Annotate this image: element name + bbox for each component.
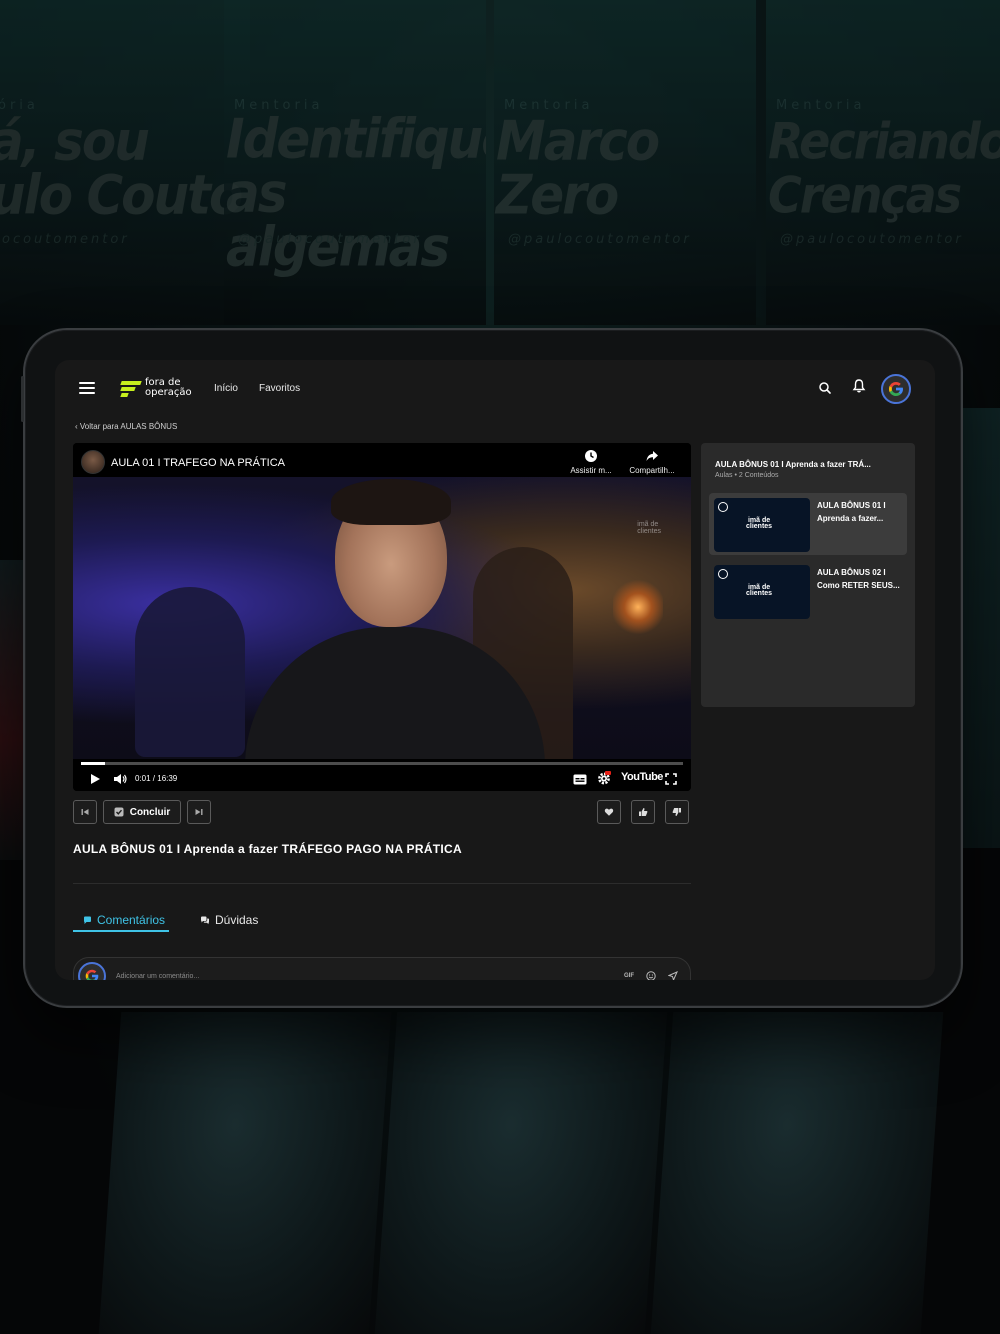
playlist-thumbnail: imã de clientes — [714, 565, 810, 619]
thumbs-up-icon — [639, 808, 648, 816]
comment-composer[interactable]: Adicionar um comentário... GIF — [73, 957, 691, 980]
watch-later-button[interactable]: Assistir m... — [563, 449, 619, 475]
comment-actions: GIF — [624, 971, 678, 980]
video-progress-fill — [81, 762, 106, 765]
poster-handle: @paulocoutomentor — [508, 232, 692, 247]
playlist-title: AULA BÔNUS 01 I Aprenda a fazer TRÁ... — [715, 460, 871, 469]
lesson-title: AULA BÔNUS 01 I Aprenda a fazer TRÁFEGO … — [73, 842, 462, 856]
poster-headline: á, sou ulo Couto — [0, 109, 243, 227]
send-icon[interactable] — [668, 971, 678, 980]
poster-1: ória á, sou ulo Couto ocoutomentor — [0, 0, 250, 325]
bottom-photo-3 — [650, 1012, 944, 1334]
app-screen: fora de operação Início Favoritos ‹ Volt… — [55, 360, 935, 980]
share-button[interactable]: Compartilh... — [624, 449, 680, 475]
tablet-side-button — [21, 376, 24, 422]
previous-lesson-button[interactable] — [73, 800, 97, 824]
video-time: 0:01 / 16:39 — [135, 774, 178, 783]
skip-next-icon — [195, 809, 203, 815]
tablet-device: fora de operação Início Favoritos ‹ Volt… — [21, 328, 963, 1008]
video-presenter-hair — [331, 479, 451, 525]
video-frame[interactable]: imã de clientes — [73, 477, 691, 759]
dislike-button[interactable] — [665, 800, 689, 824]
active-tab-indicator — [73, 930, 169, 932]
video-lamp-glow — [613, 577, 663, 637]
video-title[interactable]: AULA 01 I TRAFEGO NA PRÁTICA — [111, 457, 285, 469]
nav-home-link[interactable]: Início — [214, 383, 238, 394]
youtube-logo[interactable]: YouTube — [621, 771, 663, 783]
incomplete-circle-icon — [718, 569, 728, 579]
favorite-button[interactable] — [597, 800, 621, 824]
chat-bubble-icon — [84, 916, 91, 924]
playlist-item[interactable]: imã de clientes AULA BÔNUS 01 I Aprenda … — [709, 493, 907, 555]
poster-headline: Identifique as algemas — [226, 107, 486, 279]
poster-handle: @paulocoutomentor — [780, 232, 964, 247]
comment-avatar — [78, 962, 106, 980]
menu-icon[interactable] — [79, 382, 95, 396]
share-icon — [646, 451, 658, 461]
video-header: AULA 01 I TRAFEGO NA PRÁTICA Assistir m.… — [73, 443, 691, 477]
heart-icon — [604, 808, 614, 816]
poster-headline: Marco Zero — [496, 109, 660, 227]
section-divider — [73, 883, 691, 884]
channel-avatar[interactable] — [81, 450, 105, 474]
comment-input[interactable]: Adicionar um comentário... — [116, 973, 199, 980]
user-avatar[interactable] — [881, 374, 911, 404]
complete-lesson-button[interactable]: Concluir — [103, 800, 181, 824]
settings-gear-icon[interactable] — [597, 771, 611, 790]
back-link[interactable]: ‹ Voltar para AULAS BÔNUS — [75, 422, 177, 431]
video-background-person — [135, 587, 245, 757]
emoji-icon[interactable] — [646, 971, 656, 980]
thumbnail-brand: imã de clientes — [746, 517, 773, 530]
bell-icon[interactable] — [851, 378, 867, 394]
video-watermark: imã de clientes — [637, 521, 661, 535]
video-progress-bar[interactable] — [81, 762, 683, 765]
poster-headline: Recriando Crenças — [768, 111, 1000, 225]
playlist-item[interactable]: imã de clientes AULA BÔNUS 02 I Como RET… — [709, 560, 907, 622]
captions-icon[interactable] — [573, 772, 587, 790]
poster-kicker: Mentoria — [776, 98, 866, 113]
video-player[interactable]: imã de clientes AULA 01 I TRAFEGO NA PRÁ… — [73, 443, 691, 791]
bottom-photo-1 — [98, 1012, 392, 1334]
poster-2: Mentoria Identifique as algemas @pauloco… — [224, 0, 486, 325]
chevron-left-icon: ‹ — [75, 422, 78, 431]
incomplete-circle-icon — [718, 502, 728, 512]
playlist-thumbnail: imã de clientes — [714, 498, 810, 552]
nav-favorites-link[interactable]: Favoritos — [259, 383, 300, 394]
poster-3: Mentoria Marco Zero @paulocoutomentor — [494, 0, 756, 325]
poster-4: Mentoria Recriando Crenças @paulocoutome… — [766, 0, 1000, 325]
brand-logo[interactable]: fora de operação — [120, 377, 192, 398]
skip-previous-icon — [81, 809, 89, 815]
logo-wordmark: fora de operação — [145, 377, 192, 398]
tab-comments[interactable]: Comentários — [83, 913, 165, 927]
side-panel-glow — [960, 408, 1000, 848]
fullscreen-icon[interactable] — [665, 772, 677, 790]
video-controls: 0:01 / 16:39 YouTube — [73, 759, 691, 791]
tab-questions[interactable]: Dúvidas — [200, 913, 258, 927]
google-icon — [889, 382, 903, 396]
play-icon[interactable] — [89, 772, 101, 790]
chat-bubbles-icon — [201, 916, 209, 924]
playlist-panel: AULA BÔNUS 01 I Aprenda a fazer TRÁ... A… — [701, 443, 915, 707]
clock-icon — [585, 450, 597, 462]
playlist-item-title: AULA BÔNUS 02 I Como RETER SEUS... — [817, 568, 900, 590]
thumbnail-brand: imã de clientes — [746, 584, 773, 597]
volume-icon[interactable] — [113, 772, 127, 790]
gif-button[interactable]: GIF — [624, 973, 634, 979]
left-panel-glow — [0, 560, 24, 860]
logo-mark-icon — [120, 379, 142, 397]
checkbox-icon — [114, 807, 124, 817]
bottom-photo-2 — [374, 1012, 668, 1334]
top-navigation: fora de operação Início Favoritos — [55, 360, 935, 418]
google-icon — [85, 969, 99, 980]
poster-handle: @paulocoutomentor — [238, 232, 422, 247]
like-button[interactable] — [631, 800, 655, 824]
playlist-item-title: AULA BÔNUS 01 I Aprenda a fazer... — [817, 501, 886, 523]
poster-handle: ocoutomentor — [2, 232, 130, 247]
search-icon[interactable] — [817, 380, 833, 396]
thumbs-down-icon — [672, 808, 681, 816]
next-lesson-button[interactable] — [187, 800, 211, 824]
playlist-subtitle: Aulas • 2 Conteúdos — [715, 472, 779, 479]
